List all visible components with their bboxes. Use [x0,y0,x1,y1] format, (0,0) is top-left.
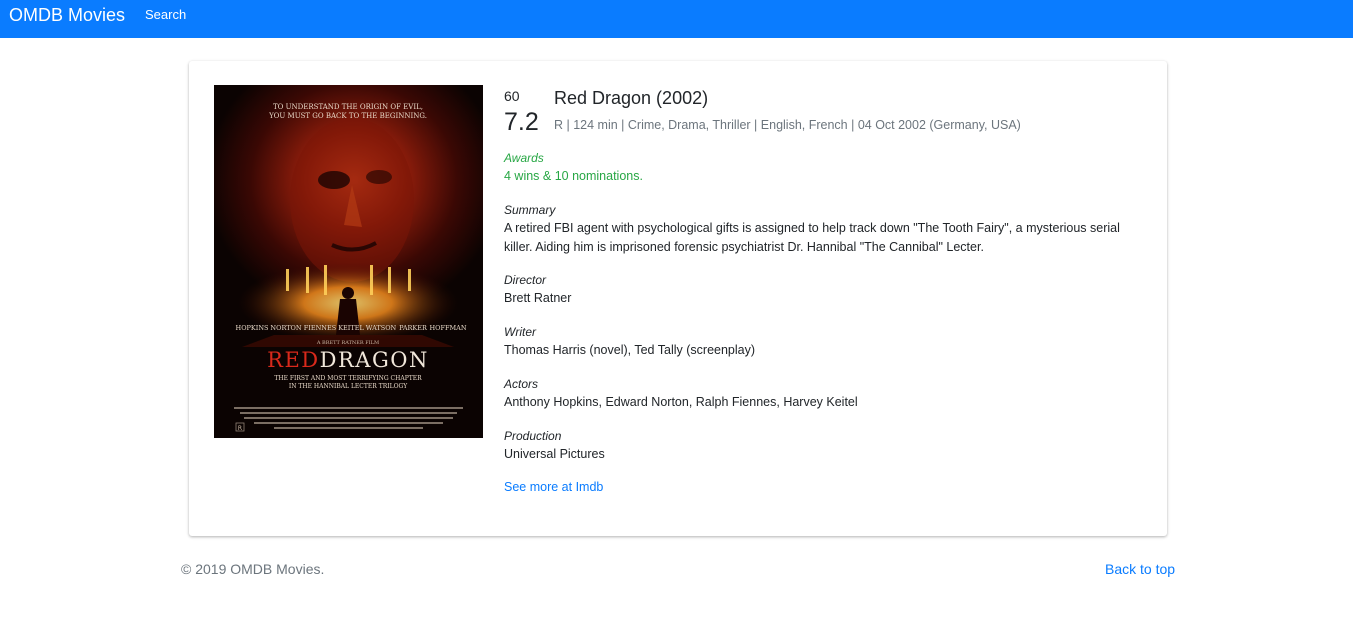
poster-cast-name: WATSON [366,324,397,332]
poster-tagline-1: TO UNDERSTAND THE ORIGIN OF EVIL, [273,103,423,111]
poster-cast-name: FIENNES [304,324,336,332]
poster-rating-letter: R [238,425,242,432]
poster-title-white: DRAGON [320,348,429,372]
director-label: Director [504,273,547,287]
movie-meta-line: R | 124 min | Crime, Drama, Thriller | E… [554,118,1021,132]
poster-cast-name: HOPKINS [236,324,269,332]
imdb-rating: 7.2 [504,108,539,136]
back-to-top-link[interactable]: Back to top [1105,561,1175,577]
director-section: Director Brett Ratner [504,272,1144,308]
actors-label: Actors [504,377,539,391]
production-section: Production Universal Pictures [504,428,1144,464]
awards-label: Awards [504,151,544,165]
summary-label: Summary [504,203,556,217]
navbar: OMDB Movies Search [0,0,1353,38]
summary-value: A retired FBI agent with psychological g… [504,221,1120,254]
director-value: Brett Ratner [504,291,572,305]
production-label: Production [504,429,562,443]
footer-copyright: © 2019 OMDB Movies. [181,561,325,577]
movie-poster: TO UNDERSTAND THE ORIGIN OF EVIL, YOU MU… [214,85,483,438]
brand-link[interactable]: OMDB Movies [9,5,125,25]
poster-title-red: RED [267,348,319,372]
poster-cast-name: NORTON [270,324,301,332]
imdb-link[interactable]: See more at Imdb [504,480,603,494]
poster-cast-name: KEITEL [338,324,364,332]
poster-subtitle-1: THE FIRST AND MOST TERRIFYING CHAPTER [274,375,422,382]
poster-credit-line: A BRETT RATNER FILM [316,340,379,346]
summary-section: Summary A retired FBI agent with psychol… [504,202,1144,257]
poster-tagline-2: YOU MUST GO BACK TO THE BEGINNING. [268,112,427,120]
svg-text:REDDRAGON: REDDRAGON [267,348,429,372]
actors-value: Anthony Hopkins, Edward Norton, Ralph Fi… [504,395,858,409]
actors-section: Actors Anthony Hopkins, Edward Norton, R… [504,376,1144,412]
movie-title: Red Dragon (2002) [554,88,709,108]
awards-value: 4 wins & 10 nominations. [504,169,643,183]
nav-search-link[interactable]: Search [145,7,186,22]
production-value: Universal Pictures [504,447,605,461]
poster-cast-name: HOFFMAN [429,324,466,332]
metascore: 60 [504,88,520,104]
movie-card: TO UNDERSTAND THE ORIGIN OF EVIL, YOU MU… [189,61,1167,536]
writer-section: Writer Thomas Harris (novel), Ted Tally … [504,324,1144,360]
poster-subtitle-2: IN THE HANNIBAL LECTER TRILOGY [289,383,408,390]
awards-section: Awards 4 wins & 10 nominations. [504,150,1144,186]
writer-value: Thomas Harris (novel), Ted Tally (screen… [504,343,756,357]
writer-label: Writer [504,325,536,339]
poster-cast-name: PARKER [399,324,428,332]
